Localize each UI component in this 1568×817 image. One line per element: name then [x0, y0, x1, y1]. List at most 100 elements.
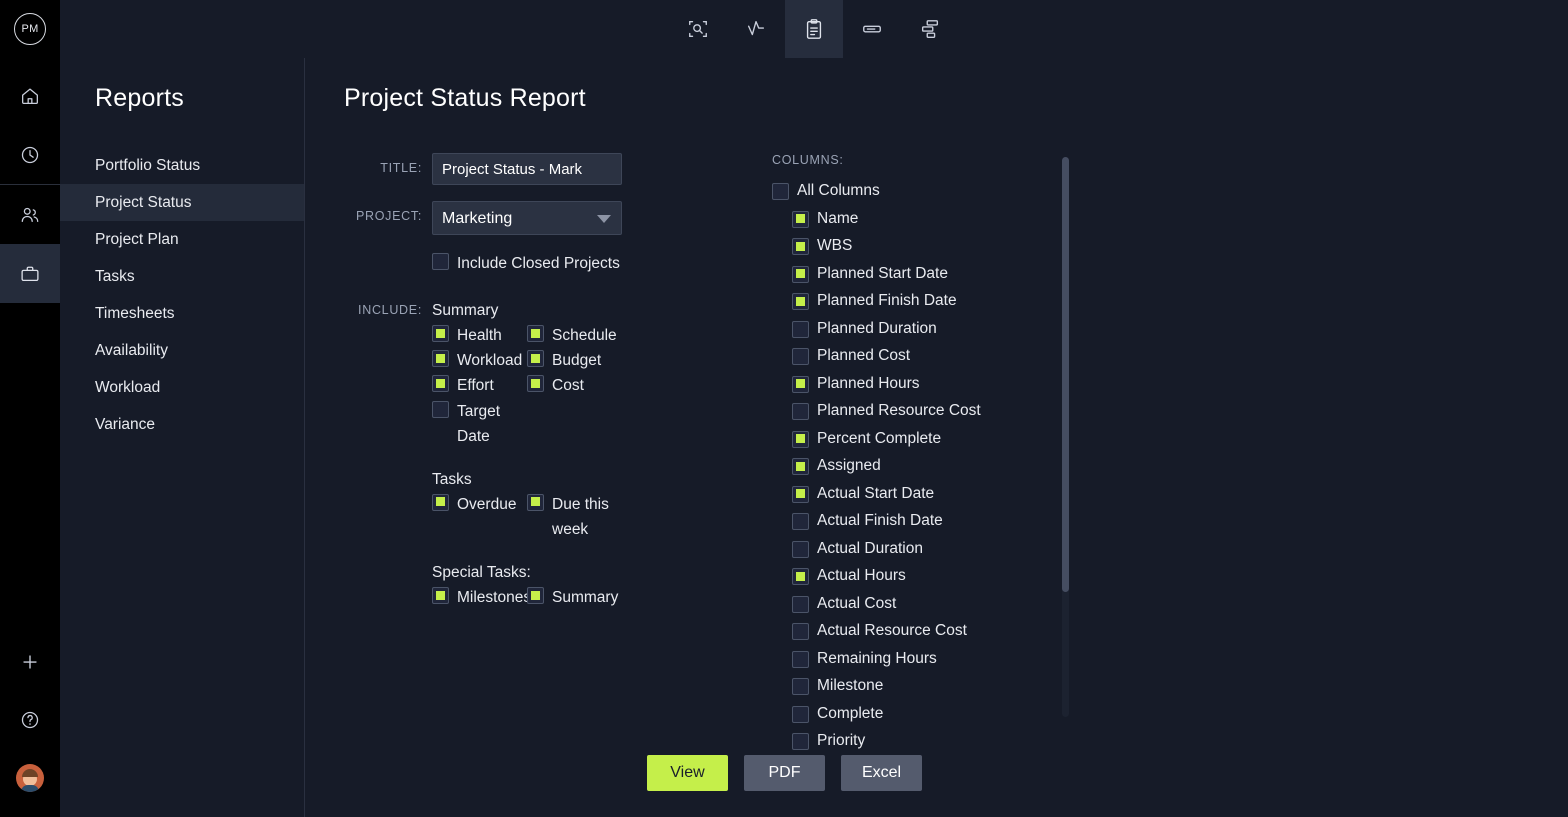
include-option-health[interactable]: Health: [432, 323, 527, 348]
include-option-checkbox[interactable]: [527, 375, 544, 392]
excel-button[interactable]: Excel: [841, 755, 922, 791]
rail-item-projects[interactable]: [0, 244, 60, 303]
help-question-icon-button[interactable]: [0, 691, 60, 749]
include-option-workload[interactable]: Workload: [432, 348, 527, 373]
rail-item-timesheets[interactable]: [0, 125, 60, 184]
column-option-planned-hours[interactable]: Planned Hours: [792, 374, 1568, 393]
column-option-name[interactable]: Name: [792, 209, 1568, 228]
column-option-checkbox[interactable]: [772, 183, 789, 200]
include-closed-checkbox[interactable]: [432, 253, 449, 270]
column-option-label: Priority: [817, 732, 865, 749]
column-option-assigned[interactable]: Assigned: [792, 456, 1568, 475]
column-option-remaining-hours[interactable]: Remaining Hours: [792, 649, 1568, 668]
include-option-schedule[interactable]: Schedule: [527, 323, 622, 348]
sidebar-item-project-status[interactable]: Project Status: [60, 184, 304, 221]
sidebar-item-portfolio-status[interactable]: Portfolio Status: [60, 147, 304, 184]
sidebar-item-availability[interactable]: Availability: [60, 332, 304, 369]
overview-scan-icon-button[interactable]: [669, 0, 727, 58]
column-option-planned-resource-cost[interactable]: Planned Resource Cost: [792, 401, 1568, 420]
include-option-budget[interactable]: Budget: [527, 348, 622, 373]
column-option-all-columns[interactable]: All Columns: [772, 181, 1568, 200]
column-option-actual-resource-cost[interactable]: Actual Resource Cost: [792, 621, 1568, 640]
column-option-percent-complete[interactable]: Percent Complete: [792, 429, 1568, 448]
column-option-milestone[interactable]: Milestone: [792, 676, 1568, 695]
column-option-checkbox[interactable]: [792, 348, 809, 365]
include-option-checkbox[interactable]: [527, 587, 544, 604]
include-option-checkbox[interactable]: [432, 587, 449, 604]
column-option-checkbox[interactable]: [792, 651, 809, 668]
activity-pulse-icon-button[interactable]: [727, 0, 785, 58]
gantt-icon-button[interactable]: [901, 0, 959, 58]
column-option-planned-cost[interactable]: Planned Cost: [792, 346, 1568, 365]
include-closed-label: Include Closed Projects: [457, 251, 620, 276]
include-option-checkbox[interactable]: [527, 350, 544, 367]
include-option-checkbox[interactable]: [432, 325, 449, 342]
project-select[interactable]: Marketing: [432, 201, 622, 235]
column-option-checkbox[interactable]: [792, 706, 809, 723]
column-option-checkbox[interactable]: [792, 568, 809, 585]
rail-item-home[interactable]: [0, 66, 60, 125]
column-option-wbs[interactable]: WBS: [792, 236, 1568, 255]
user-avatar[interactable]: [0, 749, 60, 807]
column-option-checkbox[interactable]: [792, 486, 809, 503]
column-option-actual-finish-date[interactable]: Actual Finish Date: [792, 511, 1568, 530]
include-closed-row: Include Closed Projects: [344, 251, 734, 276]
sidebar-item-timesheets[interactable]: Timesheets: [60, 295, 304, 332]
sidebar-item-variance[interactable]: Variance: [60, 406, 304, 443]
add-plus-icon-button[interactable]: [0, 633, 60, 691]
column-option-checkbox[interactable]: [792, 266, 809, 283]
include-option-checkbox[interactable]: [432, 494, 449, 511]
column-option-checkbox[interactable]: [792, 678, 809, 695]
column-option-checkbox[interactable]: [792, 238, 809, 255]
column-option-actual-cost[interactable]: Actual Cost: [792, 594, 1568, 613]
column-option-checkbox[interactable]: [792, 403, 809, 420]
column-option-complete[interactable]: Complete: [792, 704, 1568, 723]
column-option-checkbox[interactable]: [792, 623, 809, 640]
column-option-checkbox[interactable]: [792, 513, 809, 530]
column-option-actual-duration[interactable]: Actual Duration: [792, 539, 1568, 558]
rail-item-team[interactable]: [0, 185, 60, 244]
sidebar-item-workload[interactable]: Workload: [60, 369, 304, 406]
include-option-checkbox[interactable]: [432, 375, 449, 392]
column-option-checkbox[interactable]: [792, 321, 809, 338]
sidebar-item-tasks[interactable]: Tasks: [60, 258, 304, 295]
include-closed-checkbox-row[interactable]: Include Closed Projects: [432, 251, 620, 276]
column-option-planned-start-date[interactable]: Planned Start Date: [792, 264, 1568, 283]
column-option-checkbox[interactable]: [792, 596, 809, 613]
column-option-checkbox[interactable]: [792, 541, 809, 558]
include-option-checkbox[interactable]: [527, 494, 544, 511]
reports-clipboard-icon-button[interactable]: [785, 0, 843, 58]
include-option-effort[interactable]: Effort: [432, 373, 527, 398]
column-option-planned-duration[interactable]: Planned Duration: [792, 319, 1568, 338]
view-button[interactable]: View: [647, 755, 728, 791]
pdf-button[interactable]: PDF: [744, 755, 825, 791]
column-option-checkbox[interactable]: [792, 376, 809, 393]
app-logo[interactable]: PM: [0, 0, 60, 58]
column-option-label: Assigned: [817, 457, 881, 474]
sidebar-list: Portfolio StatusProject StatusProject Pl…: [60, 147, 304, 443]
columns-scrollbar-thumb[interactable]: [1062, 157, 1069, 592]
sidebar-item-project-plan[interactable]: Project Plan: [60, 221, 304, 258]
include-option-checkbox[interactable]: [527, 325, 544, 342]
include-option-summary[interactable]: Summary: [527, 585, 622, 610]
include-option-cost[interactable]: Cost: [527, 373, 622, 398]
include-option-checkbox[interactable]: [432, 401, 449, 418]
column-option-actual-start-date[interactable]: Actual Start Date: [792, 484, 1568, 503]
include-option-milestones[interactable]: Milestones: [432, 585, 527, 610]
column-option-checkbox[interactable]: [792, 458, 809, 475]
include-option-target-date[interactable]: Target Date: [432, 399, 527, 449]
column-option-checkbox[interactable]: [792, 293, 809, 310]
include-option-due-this-week[interactable]: Due this week: [527, 492, 622, 542]
column-option-actual-hours[interactable]: Actual Hours: [792, 566, 1568, 585]
column-option-checkbox[interactable]: [792, 211, 809, 228]
title-input[interactable]: [432, 153, 622, 185]
include-option-overdue[interactable]: Overdue: [432, 492, 527, 542]
column-option-checkbox[interactable]: [792, 733, 809, 750]
column-option-priority[interactable]: Priority: [792, 731, 1568, 750]
board-icon-button[interactable]: [843, 0, 901, 58]
column-option-label: Actual Finish Date: [817, 512, 943, 529]
column-option-checkbox[interactable]: [792, 431, 809, 448]
column-option-planned-finish-date[interactable]: Planned Finish Date: [792, 291, 1568, 310]
include-option-checkbox[interactable]: [432, 350, 449, 367]
columns-scrollbar[interactable]: [1062, 157, 1069, 717]
